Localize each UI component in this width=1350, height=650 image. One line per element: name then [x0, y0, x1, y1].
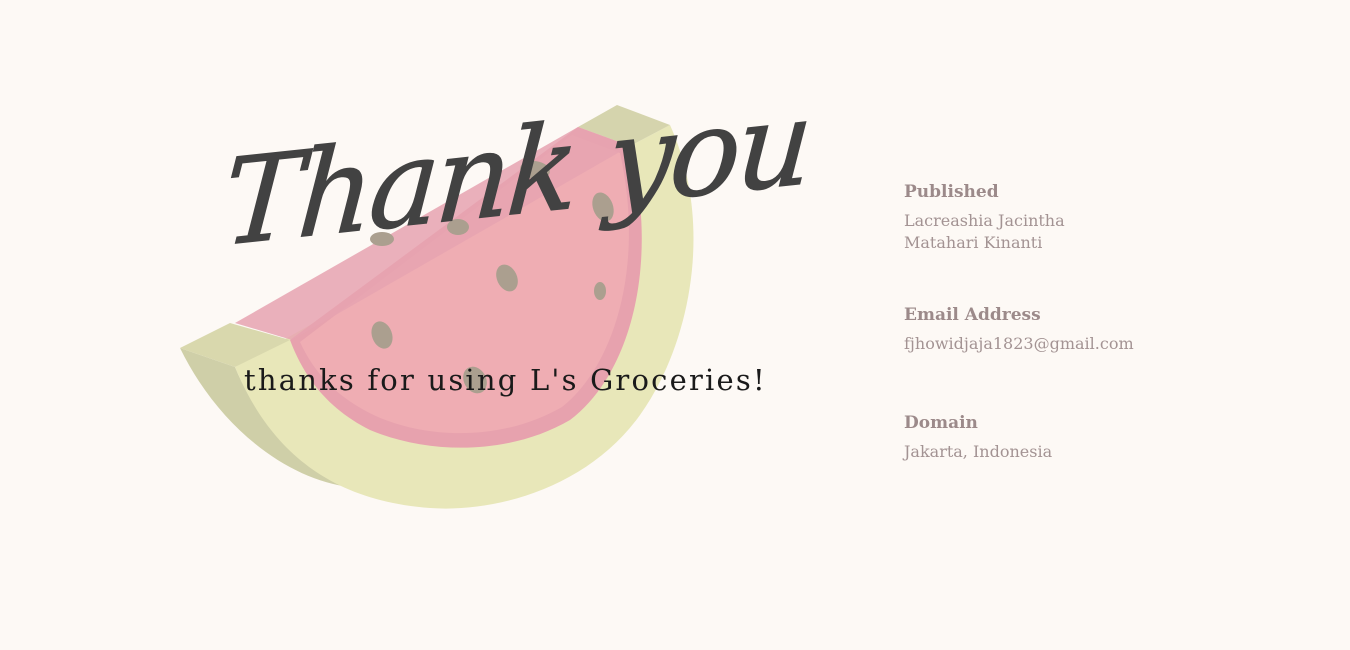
domain-section: Domain Jakarta, Indonesia [904, 413, 1204, 463]
published-section: Published Lacreashia Jacintha Matahari K… [904, 182, 1204, 254]
thanks-tagline: thanks for using L's Groceries! [244, 363, 767, 397]
email-value[interactable]: fjhowidjaja1823@gmail.com [904, 333, 1204, 355]
watermelon-seed [594, 282, 606, 300]
published-label: Published [904, 182, 999, 202]
publisher-name: Lacreashia Jacintha [904, 211, 1065, 231]
domain-label: Domain [904, 413, 978, 433]
publisher-name: Matahari Kinanti [904, 233, 1043, 253]
email-section: Email Address fjhowidjaja1823@gmail.com [904, 305, 1204, 355]
hero-section: Thank you thanks for using L's Groceries… [170, 71, 814, 525]
published-names: Lacreashia Jacintha Matahari Kinanti [904, 210, 1204, 254]
thank-you-page: Thank you thanks for using L's Groceries… [0, 0, 1350, 650]
domain-value: Jakarta, Indonesia [904, 442, 1053, 462]
email-label: Email Address [904, 305, 1041, 325]
